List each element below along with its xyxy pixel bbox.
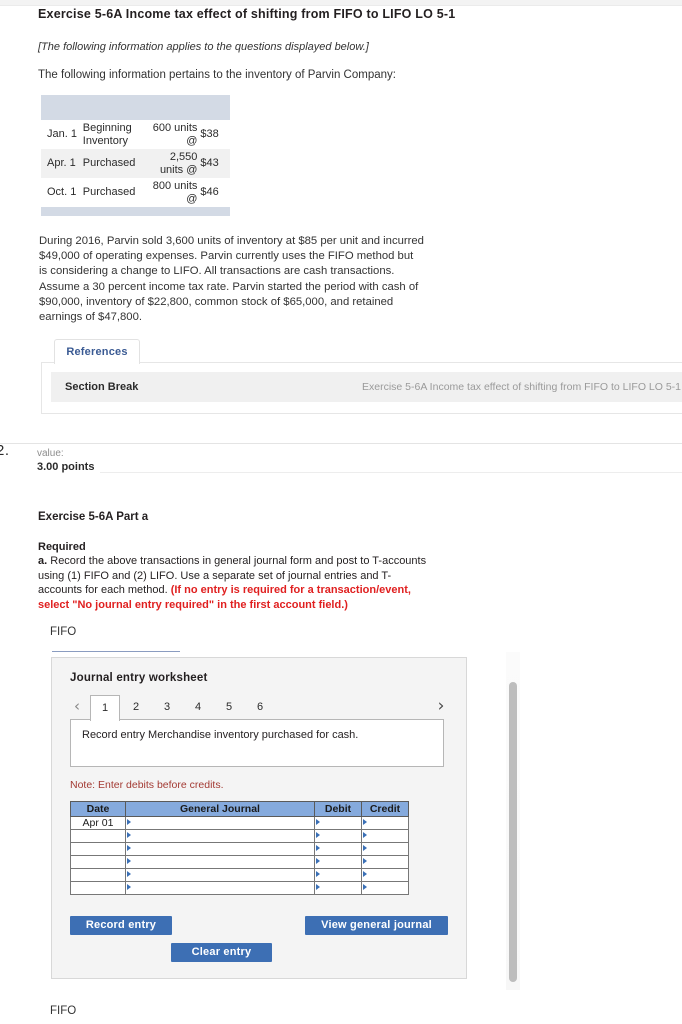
method-underline (52, 651, 180, 652)
question-value-label: value: (37, 448, 64, 459)
record-entry-button[interactable]: Record entry (70, 916, 172, 935)
method-label-fifo-top: FIFO (50, 626, 77, 638)
inventory-table-footer-bar (41, 207, 230, 216)
inventory-row-date: Oct. 1 (47, 186, 77, 199)
worksheet-scrollbar-track[interactable] (506, 652, 520, 990)
table-row: Apr 01 (70, 816, 409, 830)
section-break-title: Exercise 5-6A Income tax effect of shift… (361, 381, 681, 393)
requirement-text-block: a. Record the above transactions in gene… (38, 554, 428, 612)
worksheet-tab-4[interactable]: 4 (183, 695, 213, 719)
journal-cell-debit[interactable] (314, 868, 362, 882)
journal-cell-account[interactable] (125, 816, 315, 830)
inventory-row-units: 600 units @ (152, 122, 198, 147)
journal-cell-debit[interactable] (314, 829, 362, 843)
journal-cell-date[interactable] (70, 842, 126, 856)
inventory-header-cell (41, 95, 230, 120)
inventory-row-price: $43 (199, 149, 230, 178)
journal-cell-date[interactable]: Apr 01 (70, 816, 126, 830)
chevron-left-icon[interactable]: ‹ (70, 695, 84, 719)
journal-cell-account[interactable] (125, 855, 315, 869)
section-break-row: Section Break Exercise 5-6A Income tax e… (51, 372, 682, 402)
top-page-strip (0, 0, 682, 6)
inventory-table-header-bar (41, 95, 230, 120)
debits-credits-note: Note: Enter debits before credits. (70, 779, 224, 791)
inventory-row-date: Jan. 1 (47, 128, 77, 141)
exercise-info-note: [The following information applies to th… (38, 41, 369, 53)
journal-cell-date[interactable] (70, 829, 126, 843)
journal-cell-credit[interactable] (361, 881, 409, 895)
table-row (70, 855, 409, 869)
journal-cell-date[interactable] (70, 868, 126, 882)
exercise-lead-in: The following information pertains to th… (38, 69, 396, 81)
method-label-fifo-bottom: FIFO (50, 1005, 77, 1017)
inventory-row-description: Purchased (82, 149, 149, 178)
journal-cell-credit[interactable] (361, 868, 409, 882)
tab-references[interactable]: References (54, 339, 140, 364)
journal-cell-debit[interactable] (314, 816, 362, 830)
table-row: Oct. 1 Purchased 800 units @ $46 (41, 178, 230, 207)
table-row (70, 868, 409, 882)
journal-header-row: Date General Journal Debit Credit (70, 801, 409, 817)
table-row (70, 881, 409, 895)
journal-cell-credit[interactable] (361, 829, 409, 843)
worksheet-tab-3[interactable]: 3 (152, 695, 182, 719)
inventory-table: Jan. 1 Beginning Inventory 600 units @ $… (41, 95, 230, 216)
question-number: 2. (0, 442, 10, 459)
inventory-row-units: 2,550 units @ (148, 149, 200, 178)
worksheet-tab-6[interactable]: 6 (245, 695, 275, 719)
journal-cell-date[interactable] (70, 881, 126, 895)
worksheet-title: Journal entry worksheet (70, 672, 208, 684)
journal-cell-credit[interactable] (361, 842, 409, 856)
inventory-row-units: 800 units @ (152, 180, 198, 205)
clear-entry-button[interactable]: Clear entry (171, 943, 272, 962)
column-header-debit: Debit (314, 801, 362, 817)
section-break-label: Section Break (65, 381, 139, 393)
inventory-row-description: Purchased (82, 186, 136, 199)
chevron-right-icon[interactable]: › (434, 695, 448, 719)
required-label: Required (38, 541, 86, 553)
worksheet-tab-1[interactable]: 1 (90, 695, 120, 721)
worksheet-tab-strip: ‹ 1 2 3 4 5 6 › (70, 695, 448, 721)
view-general-journal-button[interactable]: View general journal (305, 916, 448, 935)
journal-cell-account[interactable] (125, 829, 315, 843)
column-header-date: Date (70, 801, 126, 817)
question-points: 3.00 points (37, 461, 95, 473)
journal-cell-debit[interactable] (314, 881, 362, 895)
exercise-title: Exercise 5-6A Income tax effect of shift… (38, 7, 456, 21)
entry-description-box: Record entry Merchandise inventory purch… (70, 719, 444, 767)
journal-entry-worksheet-panel: Journal entry worksheet ‹ 1 2 3 4 5 6 › … (51, 657, 467, 979)
column-header-credit: Credit (361, 801, 409, 817)
entry-description-text: Record entry Merchandise inventory purch… (82, 729, 359, 741)
requirement-bullet: a. (38, 555, 48, 567)
worksheet-tab-5[interactable]: 5 (214, 695, 244, 719)
worksheet-scrollbar-thumb[interactable] (509, 682, 517, 982)
worksheet-tab-2[interactable]: 2 (121, 695, 151, 719)
inventory-footer-cell (41, 207, 230, 216)
question-divider (0, 443, 682, 444)
journal-cell-date[interactable] (70, 855, 126, 869)
table-row: Apr. 1 Purchased 2,550 units @ $43 (41, 149, 230, 178)
column-header-general-journal: General Journal (125, 801, 315, 817)
journal-cell-debit[interactable] (314, 855, 362, 869)
table-row: Jan. 1 Beginning Inventory 600 units @ $… (41, 120, 230, 149)
table-row (70, 829, 409, 843)
journal-cell-debit[interactable] (314, 842, 362, 856)
exercise-paragraph: During 2016, Parvin sold 3,600 units of … (39, 235, 424, 324)
journal-cell-account[interactable] (125, 868, 315, 882)
inventory-row-description: Beginning Inventory (82, 122, 132, 147)
journal-cell-credit[interactable] (361, 816, 409, 830)
inventory-row-date: Apr. 1 (41, 149, 83, 178)
inventory-row-price: $38 (200, 128, 219, 141)
journal-cell-credit[interactable] (361, 855, 409, 869)
inventory-row-price: $46 (200, 186, 219, 199)
journal-cell-account[interactable] (125, 842, 315, 856)
question-header-underline (100, 472, 682, 473)
part-title: Exercise 5-6A Part a (38, 511, 149, 523)
journal-entry-table: Date General Journal Debit Credit Apr 01 (70, 801, 409, 895)
table-row (70, 842, 409, 856)
journal-cell-account[interactable] (125, 881, 315, 895)
